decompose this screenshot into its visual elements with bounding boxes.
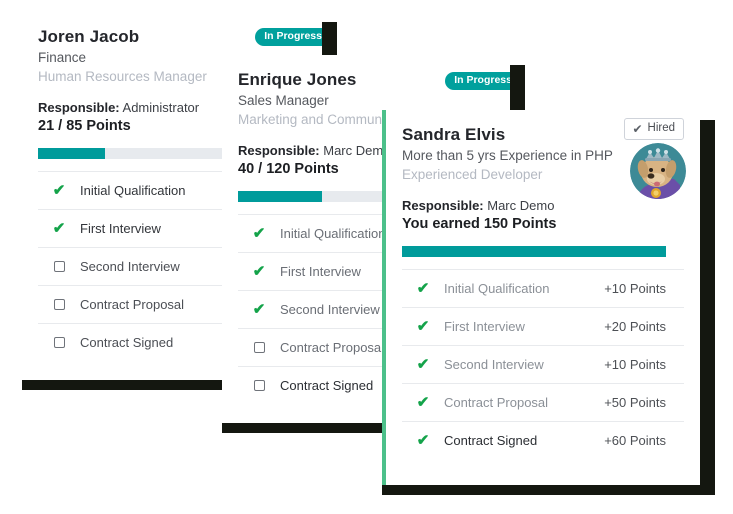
progress-bar-fill: [38, 148, 105, 159]
step-label: Second Interview: [444, 357, 544, 372]
status-badge-in-progress[interactable]: In Progress: [445, 72, 510, 90]
check-icon[interactable]: ✔: [402, 433, 444, 448]
check-icon[interactable]: ✔: [238, 264, 280, 279]
step-label: Contract Proposal: [444, 395, 549, 410]
progress-bar-fill: [238, 191, 323, 202]
recruitment-steps-list: ✔ Initial Qualification +10 Points ✔ Fir…: [402, 269, 684, 459]
responsible-line: Responsible: Marc Demo: [402, 197, 684, 215]
candidate-subtitle: Sales Manager: [238, 93, 329, 108]
responsible-label: Responsible:: [38, 100, 120, 115]
points-total: You earned 150 Points: [402, 216, 557, 232]
check-icon: ✔: [632, 121, 643, 136]
progress-bar-fill: [402, 246, 666, 257]
step-row[interactable]: ✔ Initial Qualification +10 Points: [402, 269, 684, 307]
step-label: Initial Qualification: [444, 281, 550, 296]
check-icon[interactable]: ✔: [238, 226, 280, 241]
step-row[interactable]: ✔ First Interview +20 Points: [402, 307, 684, 345]
step-points: +20 Points: [604, 319, 666, 334]
responsible-label: Responsible:: [402, 198, 484, 213]
check-icon[interactable]: ✔: [238, 302, 280, 317]
checkbox-empty-icon[interactable]: [238, 380, 280, 391]
cards-stage: Joren Jacob Finance Human Resources Mana…: [0, 0, 733, 514]
step-points: +50 Points: [604, 395, 666, 410]
check-icon[interactable]: ✔: [402, 319, 444, 334]
step-points: +10 Points: [604, 281, 666, 296]
step-row[interactable]: ✔ Contract Proposal +50 Points: [402, 383, 684, 421]
step-points: +10 Points: [604, 357, 666, 372]
avatar[interactable]: [630, 143, 686, 199]
status-badge-hired-label: Hired: [647, 122, 675, 134]
dog-avatar-icon: [630, 143, 686, 199]
responsible-label: Responsible:: [238, 143, 320, 158]
step-row[interactable]: ✔ Second Interview +10 Points: [402, 345, 684, 383]
candidate-card-sandra-elvis[interactable]: Sandra Elvis More than 5 yrs Experience …: [382, 110, 700, 485]
check-icon[interactable]: ✔: [402, 395, 444, 410]
checkbox-empty-icon[interactable]: [38, 337, 80, 348]
responsible-name: Marc Demo: [487, 198, 555, 213]
checkbox-empty-icon[interactable]: [238, 342, 280, 353]
step-row[interactable]: ✔ Contract Signed +60 Points: [402, 421, 684, 459]
checkbox-empty-icon[interactable]: [38, 261, 80, 272]
progress-bar: [402, 246, 666, 257]
status-badge-hired[interactable]: ✔ Hired: [624, 118, 684, 140]
step-label: First Interview: [444, 319, 525, 334]
check-icon[interactable]: ✔: [402, 281, 444, 296]
check-icon[interactable]: ✔: [38, 221, 80, 236]
step-label: Contract Signed: [444, 433, 538, 448]
step-points: +60 Points: [604, 433, 666, 448]
check-icon[interactable]: ✔: [402, 357, 444, 372]
check-icon[interactable]: ✔: [38, 183, 80, 198]
status-badge-in-progress[interactable]: In Progress: [255, 28, 322, 46]
responsible-name: Marc Demo: [323, 143, 391, 158]
checkbox-empty-icon[interactable]: [38, 299, 80, 310]
responsible-name: Administrator: [122, 100, 200, 115]
